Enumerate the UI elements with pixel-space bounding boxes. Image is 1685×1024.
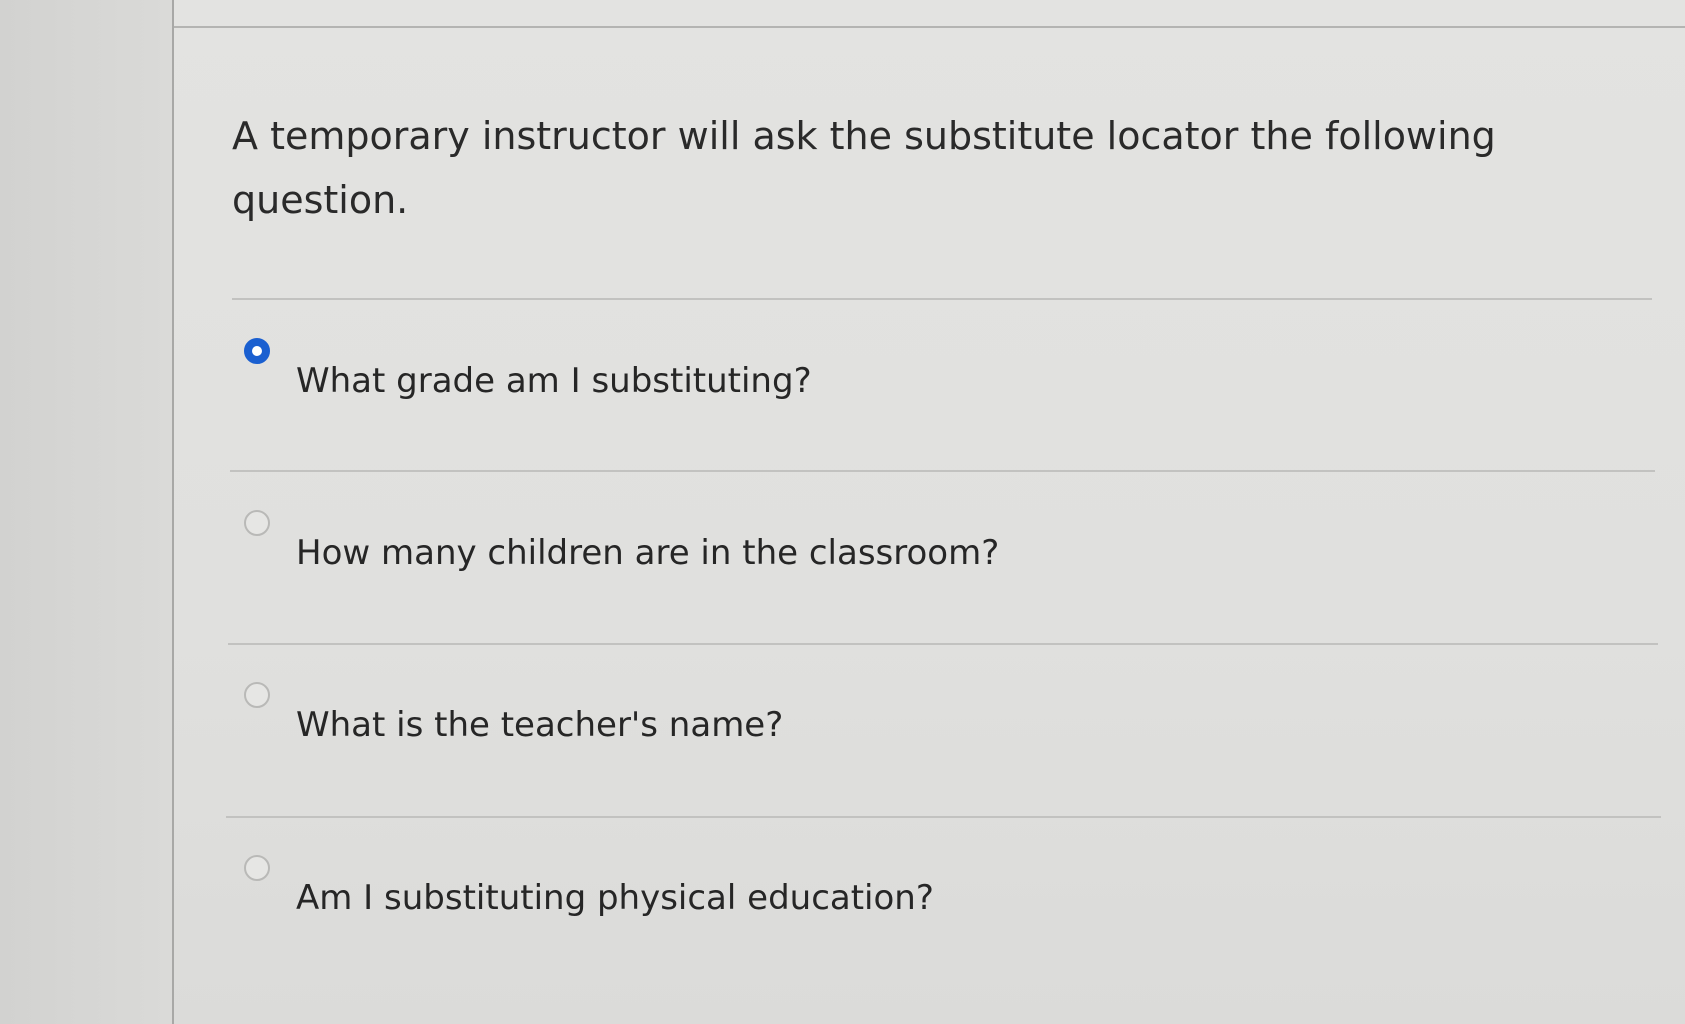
radio-button-selected[interactable] [244,338,270,364]
answer-label: What is the teacher's name? [296,705,784,745]
answer-option-2[interactable]: How many children are in the classroom? [232,492,1652,642]
answer-label: How many children are in the classroom? [296,533,1000,573]
answer-option-3[interactable]: What is the teacher's name? [232,664,1652,814]
divider [226,816,1661,818]
answer-option-1[interactable]: What grade am I substituting? [232,320,1652,470]
answer-label: What grade am I substituting? [296,361,812,401]
answer-option-4[interactable]: Am I substituting physical education? [232,837,1652,987]
question-text: A temporary instructor will ask the subs… [232,114,1496,222]
radio-button[interactable] [244,682,270,708]
left-margin [0,0,172,1024]
radio-button[interactable] [244,855,270,881]
answer-label: Am I substituting physical education? [296,878,934,918]
panel-top-border [174,26,1685,28]
divider [232,298,1652,300]
radio-button[interactable] [244,510,270,536]
divider [230,470,1655,472]
divider [228,643,1658,645]
